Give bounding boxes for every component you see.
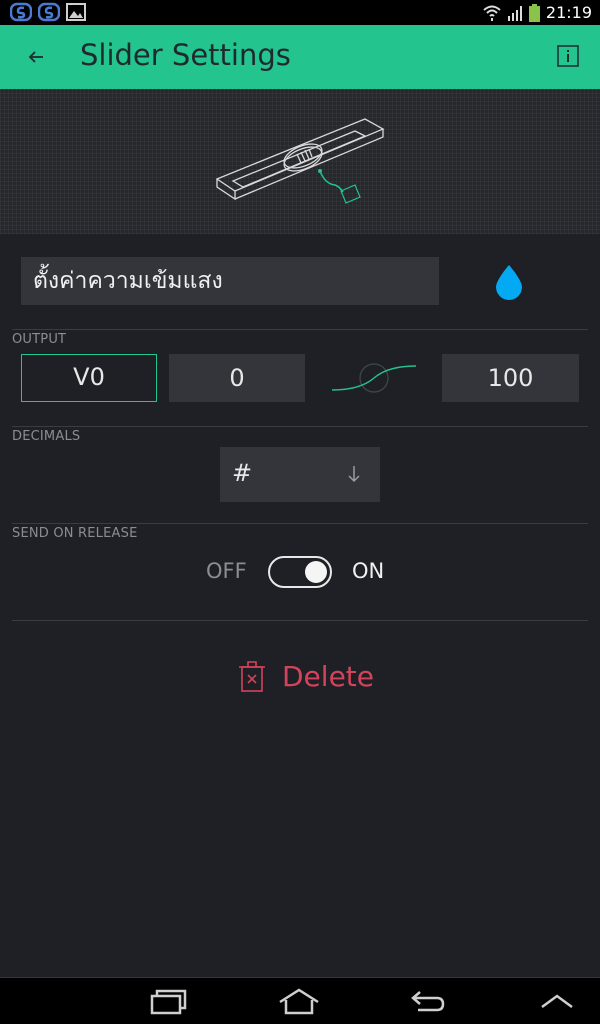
page-title: Slider Settings xyxy=(80,38,291,72)
battery-icon xyxy=(528,3,540,22)
widget-name-input[interactable]: ตั้งค่าความเข้มแสง xyxy=(21,257,439,305)
clock: 21:19 xyxy=(545,3,592,22)
divider xyxy=(12,426,588,427)
delete-label: Delete xyxy=(282,659,374,693)
image-notification-icon xyxy=(66,3,86,21)
toggle-on-label: ON xyxy=(352,559,385,583)
divider xyxy=(12,620,588,621)
max-value-input[interactable]: 100 xyxy=(442,354,579,402)
notification-s-icon xyxy=(10,2,32,22)
pin-select[interactable]: V0 xyxy=(21,354,157,402)
send-on-release-label: SEND ON RELEASE xyxy=(12,526,138,541)
decimals-value: # xyxy=(232,459,253,487)
recent-apps-icon[interactable] xyxy=(150,986,188,1016)
send-on-release-row: OFF ON xyxy=(0,556,600,588)
system-status: 21:19 xyxy=(483,3,592,22)
decimals-label: DECIMALS xyxy=(12,429,81,444)
signal-icon xyxy=(507,5,522,21)
curve-icon[interactable] xyxy=(330,360,420,396)
home-icon[interactable] xyxy=(278,986,320,1016)
decimals-dropdown[interactable]: # xyxy=(220,447,380,502)
delete-button[interactable]: Delete xyxy=(238,656,374,696)
send-on-release-toggle[interactable] xyxy=(268,556,332,588)
notification-s-icon xyxy=(38,2,60,22)
collapse-icon[interactable] xyxy=(540,992,574,1010)
toggle-knob xyxy=(305,561,327,583)
notification-icons xyxy=(10,2,86,22)
back-arrow-icon[interactable] xyxy=(24,45,48,69)
min-value-input[interactable]: 0 xyxy=(169,354,305,402)
status-bar: 21:19 xyxy=(0,0,600,25)
info-icon[interactable] xyxy=(557,45,579,67)
system-nav-bar xyxy=(0,977,600,1024)
down-arrow-icon xyxy=(348,466,360,483)
output-label: OUTPUT xyxy=(12,332,67,347)
divider xyxy=(12,329,588,330)
widget-preview xyxy=(0,89,600,234)
divider xyxy=(12,523,588,524)
back-icon[interactable] xyxy=(410,986,446,1016)
toggle-off-label: OFF xyxy=(206,559,247,583)
trash-icon xyxy=(239,661,265,692)
slider-illustration xyxy=(215,118,385,204)
app-bar: Slider Settings xyxy=(0,25,600,89)
water-drop-icon[interactable] xyxy=(494,264,524,300)
wifi-icon xyxy=(483,5,501,21)
